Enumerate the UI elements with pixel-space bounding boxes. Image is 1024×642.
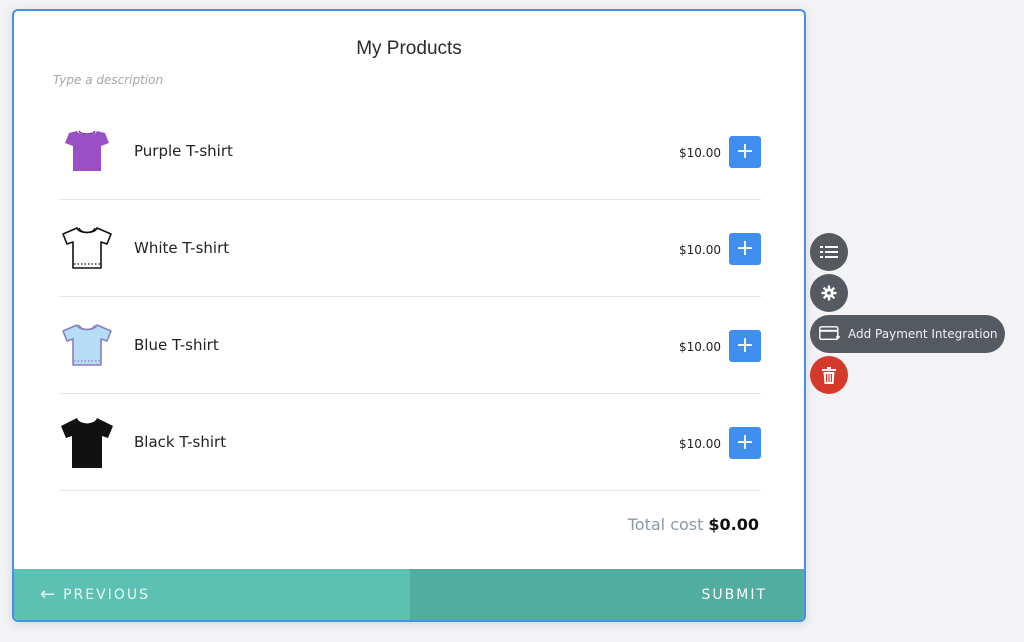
delete-button[interactable]: [810, 356, 848, 394]
credit-card-icon: [819, 326, 840, 341]
settings-button[interactable]: [810, 274, 848, 312]
total-cost-label: Total cost: [627, 515, 704, 534]
product-price: $10.00: [679, 340, 721, 354]
product-list: Purple T-shirt $10.00 + White T-shirt $1…: [59, 103, 761, 491]
arrow-left-icon: ←: [40, 584, 56, 605]
product-name: White T-shirt: [134, 239, 230, 257]
product-price: $10.00: [679, 146, 721, 160]
add-payment-integration-label: Add Payment Integration: [848, 327, 998, 341]
purple-tshirt-image: [65, 130, 109, 171]
total-cost: Total cost $0.00: [628, 515, 759, 534]
form-description[interactable]: Type a description: [53, 73, 163, 87]
total-cost-value: $0.00: [708, 515, 759, 534]
add-product-button[interactable]: +: [729, 330, 761, 362]
gear-icon: [821, 285, 837, 301]
white-tshirt-image: [62, 227, 112, 269]
product-name: Blue T-shirt: [134, 336, 219, 354]
form-title[interactable]: My Products: [14, 38, 804, 60]
add-product-button[interactable]: +: [729, 427, 761, 459]
product-row: Purple T-shirt $10.00 +: [59, 103, 761, 200]
form-footer: ← PREVIOUS SUBMIT: [14, 569, 804, 620]
add-product-button[interactable]: +: [729, 136, 761, 168]
previous-button[interactable]: ← PREVIOUS: [14, 569, 410, 620]
product-row: Blue T-shirt $10.00 +: [59, 297, 761, 394]
list-icon: [820, 246, 838, 258]
add-product-button[interactable]: +: [729, 233, 761, 265]
trash-icon: [822, 366, 836, 384]
blue-tshirt-image: [62, 324, 112, 366]
product-price: $10.00: [679, 437, 721, 451]
product-row: Black T-shirt $10.00 +: [59, 394, 761, 491]
submit-button[interactable]: SUBMIT: [410, 569, 804, 620]
product-name: Black T-shirt: [134, 433, 227, 451]
product-row: White T-shirt $10.00 +: [59, 200, 761, 297]
submit-button-label: SUBMIT: [701, 586, 767, 603]
black-tshirt-image: [61, 418, 113, 468]
product-name: Purple T-shirt: [134, 142, 233, 160]
product-price: $10.00: [679, 243, 721, 257]
product-form-card: My Products Type a description Purple T-…: [12, 9, 806, 622]
previous-button-label: PREVIOUS: [63, 586, 150, 603]
properties-button[interactable]: [810, 233, 848, 271]
add-payment-integration-button[interactable]: Add Payment Integration: [810, 315, 1005, 353]
